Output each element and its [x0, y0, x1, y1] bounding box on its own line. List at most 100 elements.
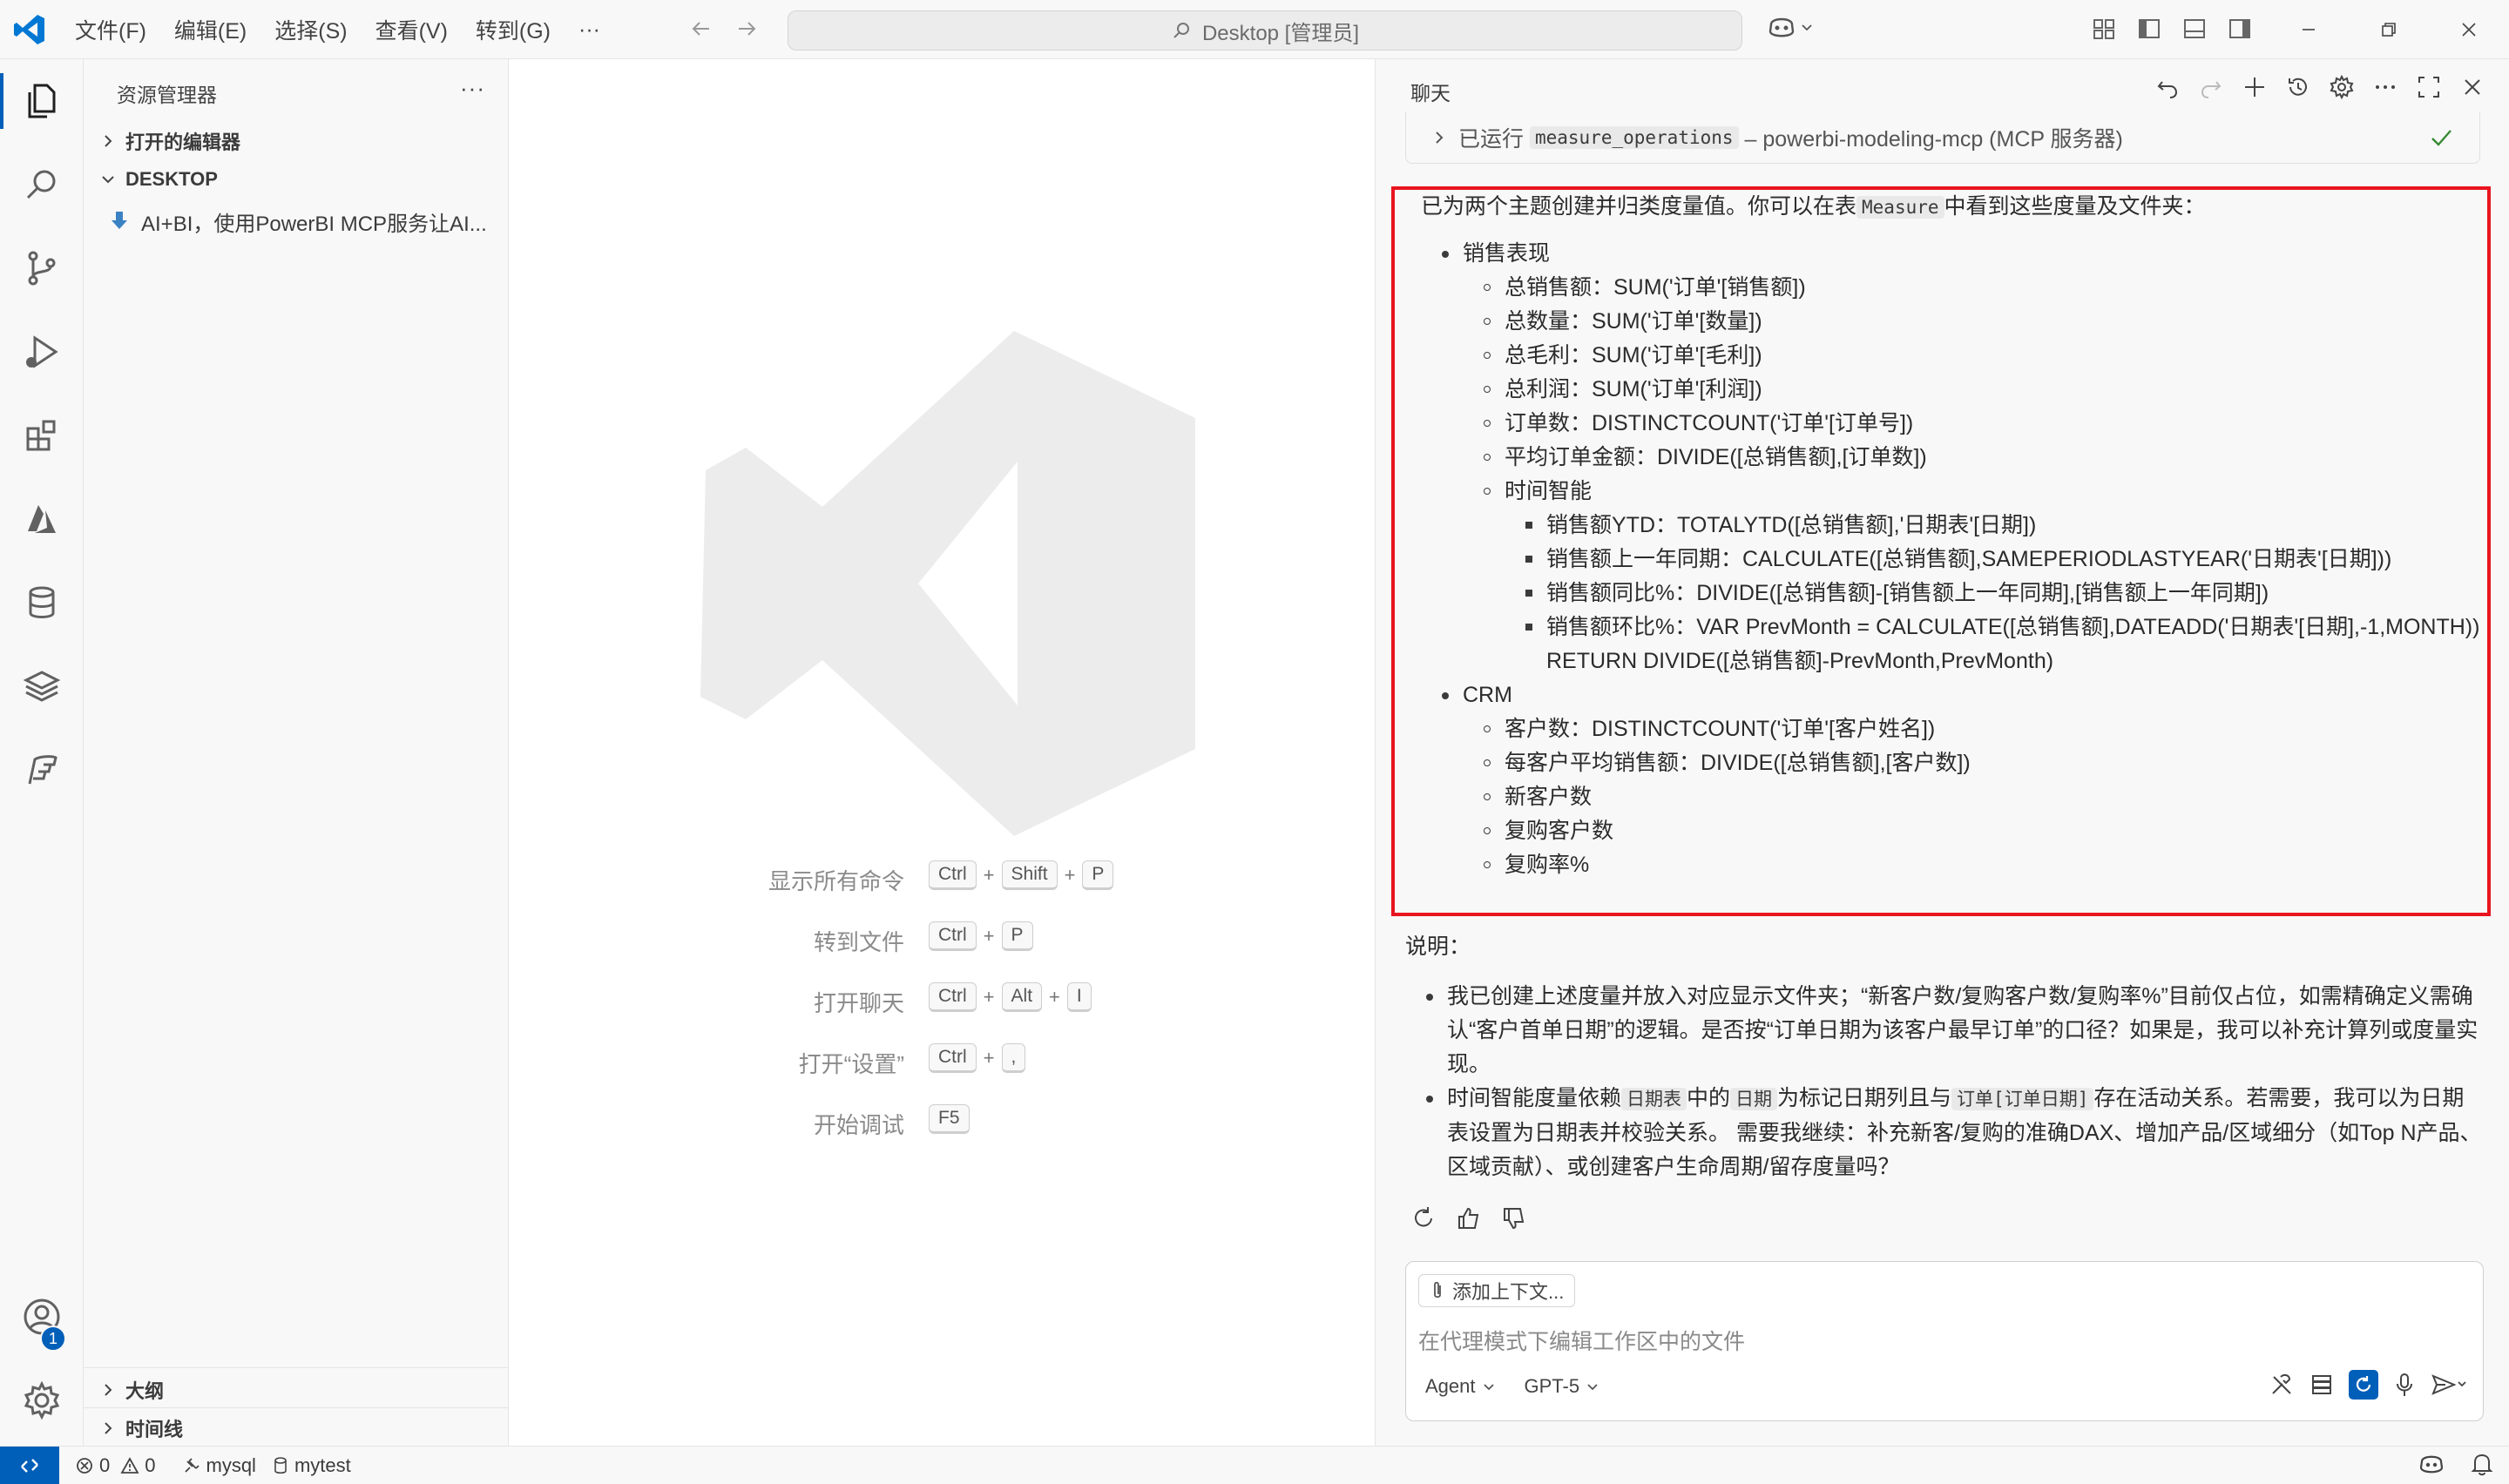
- open-editors-section[interactable]: 打开的编辑器: [84, 122, 509, 160]
- thumbs-up-icon[interactable]: [1456, 1205, 1482, 1231]
- list-item: 总毛利：SUM('订单'[毛利]): [1463, 339, 2501, 373]
- plus-sign: +: [983, 864, 995, 886]
- paperclip-icon: [1430, 1280, 1445, 1301]
- plug-icon: [182, 1456, 201, 1475]
- search-label: Desktop [管理员]: [1201, 21, 1360, 45]
- chevron-down-icon: [91, 172, 125, 186]
- send-icon[interactable]: [2431, 1373, 2469, 1397]
- toggle-panel-icon[interactable]: [2181, 16, 2208, 42]
- auto-approve-icon[interactable]: [2349, 1370, 2378, 1400]
- search-view-icon[interactable]: [0, 143, 84, 226]
- desktop-folder-section[interactable]: DESKTOP: [84, 160, 509, 199]
- history-icon[interactable]: [2286, 75, 2310, 99]
- list-item: 销售表现 总销售额：SUM('订单'[销售额]) 总数量：SUM('订单'[数量…: [1421, 237, 2501, 678]
- close-window-icon[interactable]: [2429, 0, 2509, 59]
- db-schema[interactable]: mytest: [272, 1454, 351, 1477]
- group-title-sales: 销售表现: [1463, 241, 1551, 266]
- note-text: 中的: [1687, 1086, 1731, 1110]
- shortcut-row[interactable]: 打开聊天 Ctrl + Alt + I: [509, 982, 1375, 1017]
- chat-input-field[interactable]: 在代理模式下编辑工作区中的文件: [1418, 1325, 1745, 1356]
- file-item[interactable]: AI+BI，使用PowerBI MCP服务让AI...: [110, 202, 502, 240]
- list-item: 我已创建上述度量并放入对应显示文件夹；“新客户数/复购客户数/复购率%”目前仅占…: [1405, 980, 2485, 1082]
- toggle-secondary-sidebar-icon[interactable]: [2227, 16, 2253, 42]
- shortcut-row[interactable]: 转到文件 Ctrl + P: [509, 921, 1375, 956]
- menu-file[interactable]: 文件(F): [61, 14, 160, 45]
- accounts-icon[interactable]: 1: [0, 1275, 84, 1359]
- inline-code: 订单[订单日期]: [1951, 1088, 2094, 1110]
- menu-view[interactable]: 查看(V): [362, 14, 462, 45]
- timeline-section[interactable]: 时间线: [84, 1409, 509, 1447]
- tools-icon[interactable]: [2269, 1372, 2295, 1398]
- maximize-icon[interactable]: [2417, 75, 2441, 99]
- remote-indicator-icon[interactable]: [0, 1446, 59, 1484]
- key: F5: [929, 1104, 970, 1134]
- sidebar-more-actions[interactable]: ···: [460, 75, 485, 102]
- new-chat-plus-icon[interactable]: [2242, 75, 2267, 99]
- menu-more[interactable]: ···: [565, 17, 614, 43]
- settings-gear-icon[interactable]: [0, 1359, 84, 1442]
- model-select[interactable]: GPT-5: [1525, 1375, 1599, 1398]
- database-icon[interactable]: [0, 561, 84, 644]
- undo-icon[interactable]: [2155, 75, 2180, 99]
- azure-icon[interactable]: [0, 477, 84, 561]
- problems-indicator[interactable]: 0 0: [75, 1454, 156, 1477]
- copilot-menu-button[interactable]: [1767, 14, 1814, 40]
- extensions-icon[interactable]: [0, 394, 84, 477]
- source-control-icon[interactable]: [0, 226, 84, 310]
- toggle-primary-sidebar-icon[interactable]: [2136, 16, 2162, 42]
- layers-icon[interactable]: [0, 644, 84, 728]
- notifications-bell-icon[interactable]: [2471, 1452, 2493, 1476]
- customize-layout-icon[interactable]: [2091, 16, 2117, 42]
- chat-input-box[interactable]: 添加上下文... 在代理模式下编辑工作区中的文件 Agent GPT-5: [1405, 1261, 2484, 1421]
- shortcut-label: 显示所有命令: [768, 868, 904, 894]
- menu-go[interactable]: 转到(G): [462, 14, 565, 45]
- more-actions-icon[interactable]: [2373, 75, 2397, 99]
- restore-icon[interactable]: [2349, 0, 2429, 59]
- back-arrow-icon[interactable]: [688, 16, 714, 42]
- explorer-icon[interactable]: [0, 59, 84, 143]
- menu-selection[interactable]: 选择(S): [260, 14, 361, 45]
- agent-mode-select[interactable]: Agent: [1425, 1375, 1495, 1398]
- search-icon: [1171, 20, 1192, 41]
- list-item: 销售额上一年同期：CALCULATE([总销售额],SAMEPERIODLAST…: [1505, 543, 2501, 577]
- server-list-icon[interactable]: [2309, 1372, 2335, 1398]
- microphone-icon[interactable]: [2392, 1372, 2417, 1398]
- db-connection[interactable]: mysql: [182, 1454, 256, 1477]
- key: P: [1001, 921, 1033, 951]
- run-debug-icon[interactable]: [0, 310, 84, 394]
- tool-run-prefix: 已运行: [1458, 126, 1525, 152]
- shortcut-row[interactable]: 打开“设置” Ctrl + ,: [509, 1043, 1375, 1078]
- command-center-search[interactable]: Desktop [管理员]: [788, 10, 1742, 51]
- tool-run-summary[interactable]: 已运行 measure_operations – powerbi-modelin…: [1405, 111, 2480, 164]
- add-context-button[interactable]: 添加上下文...: [1418, 1274, 1576, 1307]
- close-chat-icon[interactable]: [2460, 75, 2485, 99]
- plus-sign: +: [1049, 986, 1060, 1008]
- minimize-icon[interactable]: [2269, 0, 2349, 59]
- key: P: [1082, 860, 1114, 890]
- redo-icon[interactable]: [2199, 75, 2223, 99]
- highlighted-answer-box: 已为两个主题创建并归类度量值。你可以在表 Measure 中看到这些度量及文件夹： …: [1391, 186, 2491, 916]
- intro-text-end: 中看到这些度量及文件夹：: [1944, 194, 2206, 219]
- mode-row: Agent GPT-5: [1425, 1375, 1599, 1398]
- mom-formula-line2: RETURN DIVIDE([总销售额]-PrevMonth,PrevMonth…: [1546, 649, 2054, 673]
- time-intel-title: 时间智能: [1505, 479, 1593, 503]
- tab-chat[interactable]: 聊天: [1410, 77, 1451, 115]
- shortcut-row[interactable]: 开始调试 F5: [509, 1104, 1375, 1139]
- key: Shift: [1001, 860, 1058, 890]
- notes-title: 说明：: [1405, 934, 1471, 959]
- chat-settings-gear-icon[interactable]: [2330, 75, 2354, 99]
- copilot-status-icon[interactable]: [2418, 1452, 2445, 1476]
- plus-sign: +: [983, 986, 995, 1008]
- list-item: 每客户平均销售额：DIVIDE([总销售额],[客户数]): [1463, 746, 2501, 780]
- menu-edit[interactable]: 编辑(E): [160, 14, 260, 45]
- forward-arrow-icon[interactable]: [734, 16, 760, 42]
- feather-icon[interactable]: [0, 728, 84, 812]
- thumbs-down-icon[interactable]: [1501, 1205, 1527, 1231]
- retry-icon[interactable]: [1410, 1205, 1437, 1231]
- list-item: 复购客户数: [1463, 814, 2501, 848]
- shortcut-row[interactable]: 显示所有命令 Ctrl + Shift + P: [509, 860, 1375, 895]
- sidebar-title: 资源管理器: [117, 84, 217, 106]
- outline-section[interactable]: 大纲: [84, 1371, 509, 1409]
- open-editors-label: 打开的编辑器: [125, 132, 241, 153]
- key: Ctrl: [929, 982, 977, 1012]
